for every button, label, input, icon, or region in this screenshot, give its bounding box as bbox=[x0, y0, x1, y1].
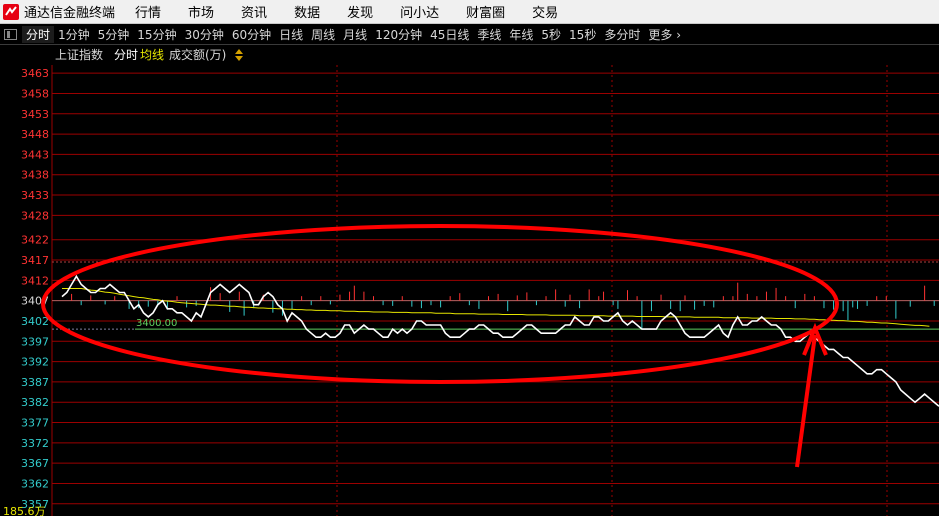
chevron-right-icon: › bbox=[676, 27, 681, 42]
menu-item-wenxiaoda[interactable]: 问小达 bbox=[400, 2, 439, 21]
y-tick-label: 3402 bbox=[21, 315, 49, 328]
tab-weekly[interactable]: 周线 bbox=[307, 26, 339, 43]
menu-item-zixun[interactable]: 资讯 bbox=[241, 2, 267, 21]
y-tick-label: 3453 bbox=[21, 108, 49, 121]
y-tick-label: 3392 bbox=[21, 356, 49, 369]
app-logo-icon bbox=[3, 3, 19, 20]
tab-45day[interactable]: 45日线 bbox=[426, 26, 473, 43]
y-tick-label: 3417 bbox=[21, 254, 49, 267]
chart-header: 上证指数 分时 均线 成交额(万) bbox=[55, 47, 243, 62]
menu-item-hangqing[interactable]: 行情 bbox=[135, 2, 161, 21]
tab-quarterly[interactable]: 季线 bbox=[473, 26, 505, 43]
tab-monthly[interactable]: 月线 bbox=[339, 26, 371, 43]
sort-updown-icon[interactable] bbox=[235, 49, 243, 61]
tab-fenshi[interactable]: 分时 bbox=[22, 25, 55, 43]
menu-item-shichang[interactable]: 市场 bbox=[188, 2, 214, 21]
y-tick-label: 3448 bbox=[21, 128, 49, 141]
y-tick-label: 3367 bbox=[21, 457, 49, 470]
y-tick-label: 3422 bbox=[21, 234, 49, 247]
tab-5sec[interactable]: 5秒 bbox=[537, 26, 565, 43]
menu-item-caifuquan[interactable]: 财富圈 bbox=[466, 2, 505, 21]
tab-multi-fenshi[interactable]: 多分时 bbox=[600, 26, 644, 43]
volume-bars bbox=[71, 282, 935, 330]
avg-line-label: 均线 bbox=[140, 48, 164, 62]
tab-more[interactable]: 更多 › bbox=[644, 26, 685, 43]
y-tick-label: 3438 bbox=[21, 169, 49, 182]
y-tick-label: 3387 bbox=[21, 376, 49, 389]
volume-axis-label: 185.6万 bbox=[3, 505, 46, 516]
chart-grid bbox=[51, 65, 939, 516]
ref-level-label: 3400.00 bbox=[136, 318, 177, 329]
menu-item-faxian[interactable]: 发现 bbox=[347, 2, 373, 21]
tab-yearly[interactable]: 年线 bbox=[505, 26, 537, 43]
tab-5min[interactable]: 5分钟 bbox=[94, 26, 134, 43]
y-tick-label: 3433 bbox=[21, 189, 49, 202]
tab-1min[interactable]: 1分钟 bbox=[54, 26, 94, 43]
period-tab-bar: 分时 1分钟 5分钟 15分钟 30分钟 60分钟 日线 周线 月线 120分钟… bbox=[0, 24, 939, 45]
y-tick-label: 3377 bbox=[21, 417, 49, 430]
index-name-label: 上证指数 bbox=[55, 47, 103, 62]
tab-60min[interactable]: 60分钟 bbox=[228, 26, 275, 43]
y-tick-label: 3458 bbox=[21, 87, 49, 100]
tab-15sec[interactable]: 15秒 bbox=[565, 26, 600, 43]
y-tick-label: 3382 bbox=[21, 396, 49, 409]
y-tick-label: 3412 bbox=[21, 274, 49, 287]
y-tick-label: 3428 bbox=[21, 209, 49, 222]
y-tick-label: 3443 bbox=[21, 148, 49, 161]
tab-15min[interactable]: 15分钟 bbox=[133, 26, 180, 43]
intraday-chart[interactable]: 3463 3458 3453 3448 3443 3438 3433 3428 3422 3417… bbox=[0, 45, 939, 516]
menu-item-shuju[interactable]: 数据 bbox=[294, 2, 320, 21]
tab-more-label: 更多 bbox=[648, 27, 673, 42]
tab-daily[interactable]: 日线 bbox=[275, 26, 307, 43]
menu-item-jiaoyi[interactable]: 交易 bbox=[532, 2, 558, 21]
tab-120min[interactable]: 120分钟 bbox=[371, 26, 426, 43]
y-axis-labels: 3463 3458 3453 3448 3443 3438 3433 3428 3422 3417… bbox=[3, 67, 49, 516]
app-title: 通达信金融终端 bbox=[24, 6, 116, 21]
highlight-ellipse bbox=[41, 224, 839, 384]
volume-label: 成交额(万) bbox=[169, 47, 226, 62]
y-tick-label: 3397 bbox=[21, 335, 49, 348]
panel-toggle-icon[interactable] bbox=[4, 28, 17, 40]
menu-bar: 通达信金融终端 行情 市场 资讯 数据 发现 问小达 财富圈 交易 bbox=[0, 0, 939, 24]
tab-30min[interactable]: 30分钟 bbox=[181, 26, 228, 43]
y-tick-label: 3362 bbox=[21, 477, 49, 490]
chart-mode-label: 分时 bbox=[114, 48, 138, 62]
y-tick-label: 3372 bbox=[21, 437, 49, 450]
y-tick-label: 3463 bbox=[21, 67, 49, 80]
